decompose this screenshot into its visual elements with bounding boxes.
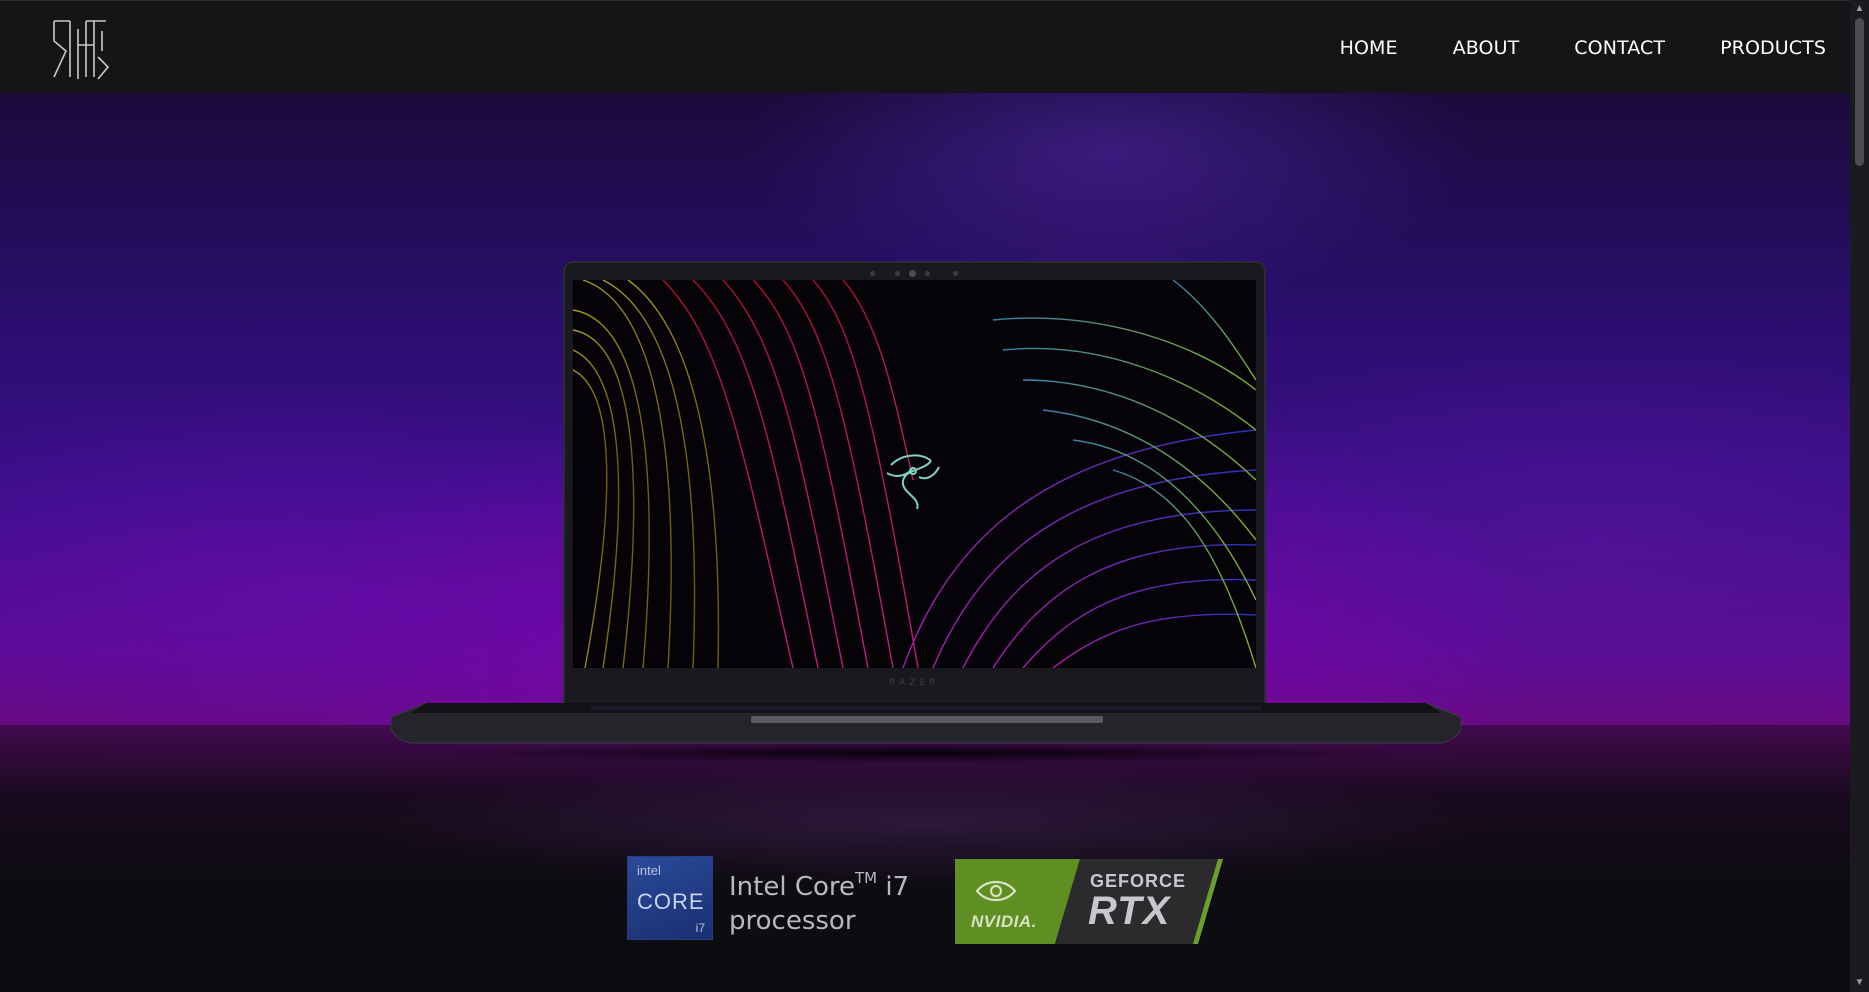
nav-products[interactable]: PRODUCTS [1720, 37, 1826, 59]
laptop-base [391, 703, 1461, 744]
intel-tier: i7 [695, 921, 705, 935]
scrollbar-thumb[interactable] [1855, 18, 1864, 166]
trademark-mark: TM [855, 869, 878, 887]
nav-home[interactable]: HOME [1340, 37, 1398, 59]
intel-logo: intel [637, 863, 661, 878]
camera-bar [565, 267, 1264, 279]
laptop-brand-mark: RAZER [889, 678, 940, 688]
camera-dot [925, 271, 930, 276]
intel-caption-name: Intel Core [729, 872, 856, 902]
main-nav: HOME ABOUT CONTACT PRODUCTS [1285, 37, 1826, 59]
intel-badge: intel CORE i7 [627, 856, 713, 940]
camera-dot [895, 271, 900, 276]
rtx-text: RTX [1088, 889, 1171, 933]
intel-caption-processor: processor [729, 906, 856, 936]
nav-about[interactable]: ABOUT [1453, 37, 1520, 59]
laptop-screen [573, 280, 1256, 668]
laptop-shadow [420, 743, 1420, 763]
page-viewport: HOME ABOUT CONTACT PRODUCTS RAZER intel … [0, 0, 1850, 992]
hero-banner: RAZER intel CORE i7 Intel CoreTM i7 proc… [0, 93, 1850, 992]
chevron-down-icon[interactable]: ▼ [1854, 976, 1865, 990]
navbar: HOME ABOUT CONTACT PRODUCTS [0, 0, 1850, 93]
camera-dot [953, 271, 958, 276]
monogram-logo-icon[interactable] [48, 17, 114, 83]
intel-core-label: CORE [637, 889, 705, 914]
floor-reflection [350, 763, 1500, 883]
nav-contact[interactable]: CONTACT [1574, 37, 1665, 59]
camera-dot [870, 271, 875, 276]
intel-caption: Intel CoreTM i7 processor [729, 861, 909, 938]
nvidia-geforce-rtx-badge: NVIDIA. GEFORCE RTX [955, 857, 1223, 944]
chevron-up-icon[interactable]: ▲ [1854, 2, 1865, 16]
wallpaper-art [573, 280, 1256, 668]
laptop-image: RAZER [563, 261, 1266, 711]
intel-caption-model: i7 [877, 872, 910, 902]
camera-lens [909, 270, 916, 277]
page-scrollbar[interactable]: ▲ ▼ [1850, 0, 1869, 992]
nvidia-logo-text: NVIDIA. [971, 912, 1037, 931]
